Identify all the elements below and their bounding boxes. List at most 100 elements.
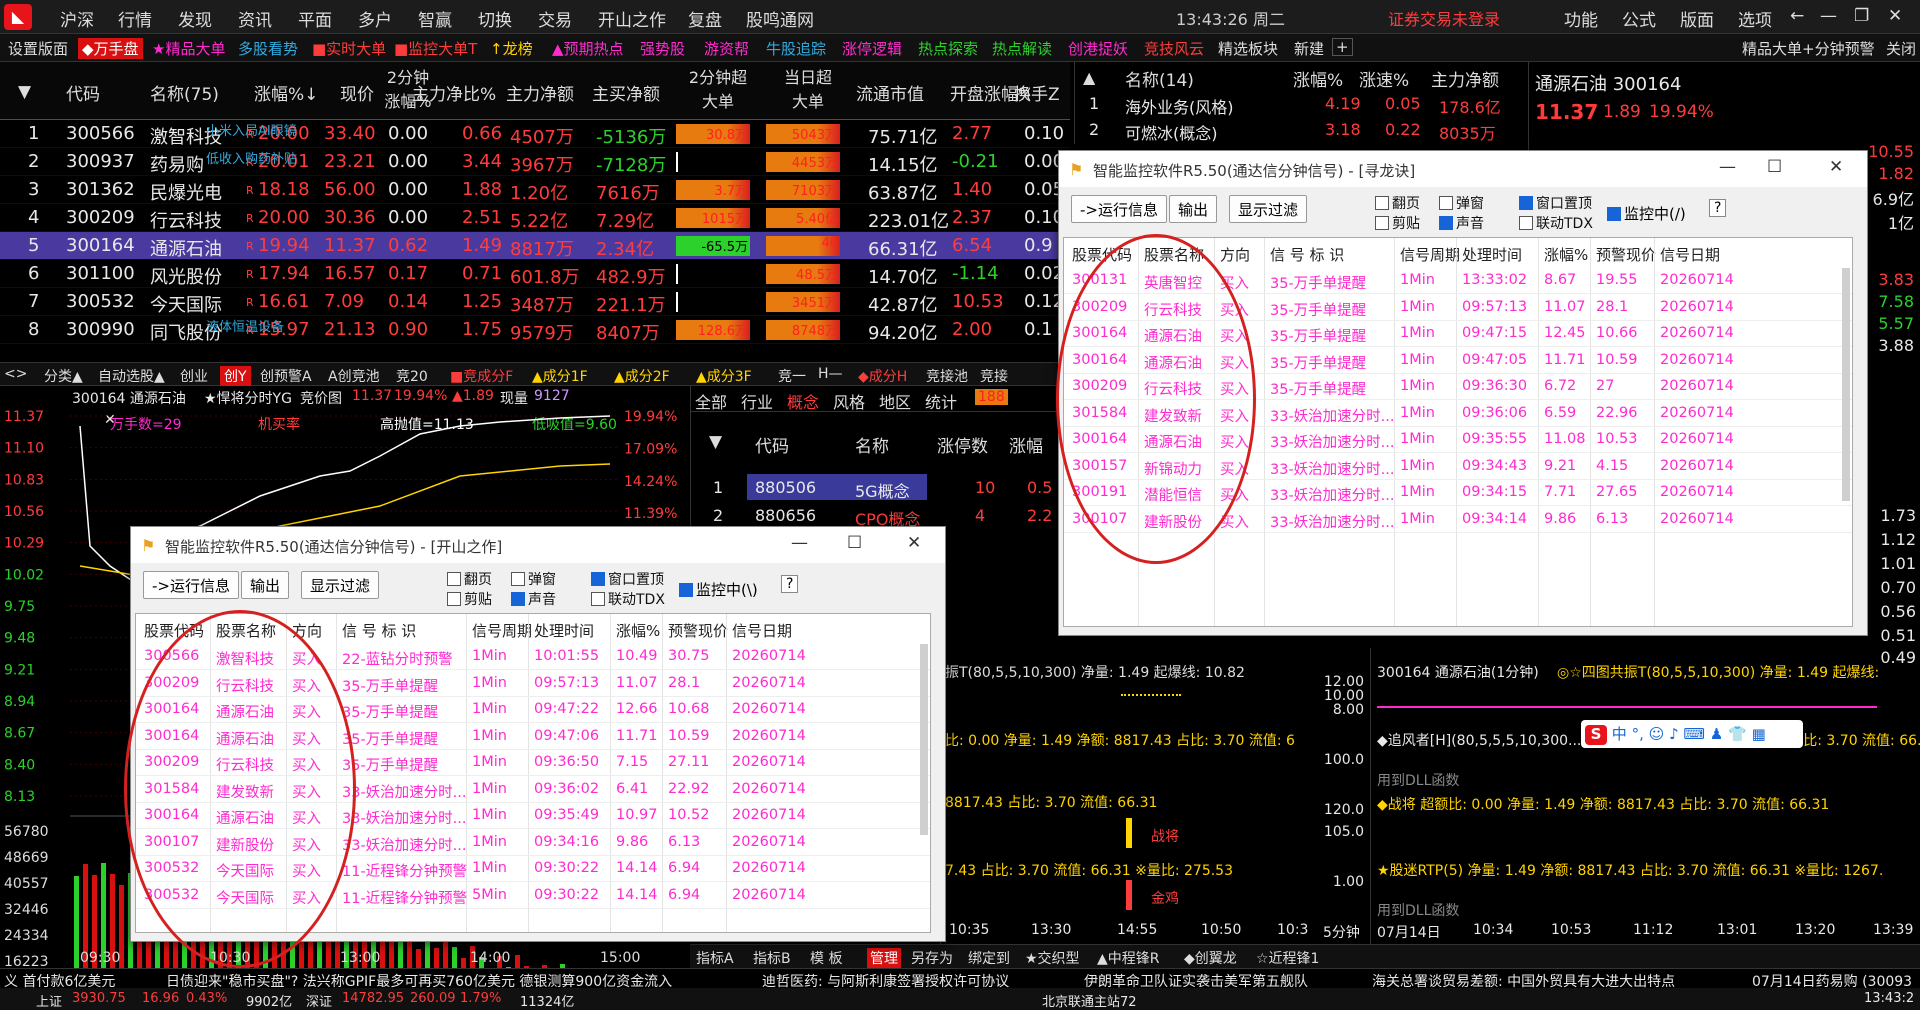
indicator-tool[interactable]: 绑定到 [968,948,1010,968]
col-name[interactable]: 名称(75) [150,80,219,105]
indicator-tool[interactable]: ★交织型 [1025,948,1080,968]
board-tab[interactable]: 概念 [787,389,819,413]
menu-item[interactable]: 股鸣通网 [746,6,814,31]
minimize-icon[interactable]: — [791,533,808,553]
grid-header[interactable]: 信号日期 [1660,244,1720,265]
checkbox-3[interactable]: 剪贴 [1375,213,1420,233]
category-tab[interactable]: ■竞成分F [450,366,513,386]
checkbox-3[interactable]: 剪贴 [447,589,492,609]
menu-item[interactable]: 沪深 [60,6,94,31]
minimize-icon[interactable]: — [1719,157,1736,177]
menu-item[interactable]: 智赢 [418,6,452,31]
checkbox-box[interactable] [511,592,525,606]
sector-row-name[interactable]: 海外业务(风格) [1125,94,1234,118]
board-row-name[interactable]: 5G概念 [855,478,910,502]
grid-header[interactable]: 处理时间 [534,620,594,641]
login-status[interactable]: 证券交易未登录 [1388,6,1500,30]
tool-close[interactable]: 关闭 [1886,38,1916,59]
minimize-icon[interactable]: — [1820,6,1837,26]
ime-skin-icon[interactable]: 👕 [1728,725,1747,743]
monitor-checkbox[interactable] [1607,207,1621,221]
dialog-titlebar[interactable]: ⚑ 智能监控软件R5.50(通达信分钟信号) - [开山之作] — ☐ ✕ [131,527,945,563]
checkbox-0[interactable]: 翻页 [447,569,492,589]
table-row[interactable]: 5 300164 通源石油 19.94 11.37 0.62 1.49 8817万 2.34亿 6… [0,232,1070,260]
maximize-icon[interactable]: ☐ [847,533,862,553]
ime-logo-icon[interactable]: S [1585,725,1607,745]
close-icon[interactable]: ✕ [1888,6,1902,26]
table-row[interactable]: 6 301100 风光股份 17.94 16.57 0.17 0.71 601.8万 482.9… [0,260,1070,288]
table-row[interactable]: 1 300566 激智科技 20.00 33.40 0.00 0.66 4507万 -5136万… [0,120,1070,148]
category-tab[interactable]: 创业 [180,366,208,386]
col-cap[interactable]: 流通市值 [856,80,924,105]
indicator-tool[interactable]: ◆创翼龙 [1184,948,1237,968]
menu-item-formula[interactable]: 公式 [1622,6,1656,31]
back-arrow-icon[interactable]: ← [1790,6,1804,26]
col-price[interactable]: 现价 [340,80,374,105]
checkbox-box[interactable] [1439,216,1453,230]
tool-right-label[interactable]: 精品大单+分钟预警 [1742,38,1875,59]
indicator-tool[interactable]: 指标B [753,948,791,968]
indicator-tool[interactable]: ☆近程锋1 [1256,948,1319,968]
add-tab-icon[interactable]: + [1332,38,1353,56]
col-pct[interactable]: 涨幅%↓ [254,80,318,105]
category-tab[interactable]: 创Y [220,366,251,386]
board-col-pct[interactable]: 涨幅 [1009,432,1043,457]
col-buy[interactable]: 主买净额 [592,80,660,105]
ime-voice-icon[interactable]: ♪ [1669,725,1679,743]
checkbox-box[interactable] [1375,196,1389,210]
menu-item-layout[interactable]: 版面 [1680,6,1714,31]
table-row[interactable]: 2 300937 药易购 20.01 23.21 0.00 3.44 3967万 -7128万 1… [0,148,1070,176]
grid-header[interactable]: 信 号 标 识 [1270,244,1344,265]
maximize-icon[interactable]: ☐ [1767,157,1782,177]
sector-row-name[interactable]: 可燃冰(概念) [1125,120,1218,144]
show-filter-button[interactable]: 显示过滤 [1229,195,1308,223]
monitor-toggle[interactable]: 监控中(\) [679,579,758,600]
checkbox-4[interactable]: 声音 [511,589,556,609]
checkbox-1[interactable]: 弹窗 [1439,193,1484,213]
tool-youzi[interactable]: 游资帮 [704,38,749,59]
output-button[interactable]: 输出 [1169,195,1218,223]
show-filter-button[interactable]: 显示过滤 [301,571,380,599]
sector-col-spd[interactable]: 涨速% [1359,66,1409,91]
monitor-checkbox[interactable] [679,583,693,597]
table-row[interactable]: 4 300209 行云科技 20.00 30.36 0.00 2.51 5.22亿 7.29亿 2… [0,204,1070,232]
board-col-up[interactable]: 涨停数 [937,432,988,457]
category-tab[interactable]: 分类▲ [44,366,83,386]
grid-header[interactable]: 涨幅% [616,620,660,641]
checkbox-box[interactable] [447,572,461,586]
mid-period[interactable]: 5分钟 [1323,922,1360,942]
table-row[interactable]: 8 300990 同飞股份 15.97 21.13 0.90 1.75 9579万 8407万 9… [0,316,1070,344]
ime-tools-icon[interactable]: ♟ [1710,725,1723,743]
indicator-tool[interactable]: ▲中程锋R [1097,948,1160,968]
tool-new[interactable]: 新建 [1294,38,1324,59]
ime-menu-icon[interactable]: ▦ [1752,725,1766,743]
grid-header[interactable]: 方向 [1220,244,1250,265]
tool-longbang[interactable]: ↑龙榜 [490,38,533,59]
checkbox-box[interactable] [591,592,605,606]
col-code[interactable]: 代码 [66,80,100,105]
tool-jingpin[interactable]: ★精品大单 [152,38,225,59]
menu-item-options[interactable]: 选项 [1738,6,1772,31]
checkbox-box[interactable] [1519,216,1533,230]
menu-item[interactable]: 发现 [178,6,212,31]
sector-col-name[interactable]: 名称(14) [1125,66,1194,91]
col-turn[interactable]: 换手Z [1014,80,1070,105]
tool-redian-explore[interactable]: 热点探索 [918,38,978,59]
col-ratio[interactable]: 主力净比% [412,80,496,105]
tool-shishi[interactable]: ■实时大单 [312,38,386,59]
output-button[interactable]: 输出 [241,571,290,599]
status-index[interactable]: 深证 [306,991,332,1010]
tool-jingji[interactable]: 竞技风云 [1144,38,1204,59]
menu-item-function[interactable]: 功能 [1564,6,1598,31]
table-row[interactable]: 7 300532 今天国际 16.61 7.09 0.14 1.25 3487万 221.1万 4… [0,288,1070,316]
tool-qiangshi[interactable]: 强势股 [640,38,685,59]
grid-header[interactable]: 信号周期 [472,620,532,641]
checkbox-0[interactable]: 翻页 [1375,193,1420,213]
category-tab[interactable]: 创预警A [260,366,312,386]
menu-item[interactable]: 复盘 [688,6,722,31]
checkbox-box[interactable] [1439,196,1453,210]
board-tab[interactable]: 地区 [879,389,911,413]
sort-arrow-icon[interactable]: ▲ [1083,68,1095,87]
board-tab[interactable]: 全部 [695,389,727,413]
ime-toolbar[interactable]: S 中 °, ☺ ♪ ⌨ ♟ 👕 ▦ [1581,720,1803,748]
